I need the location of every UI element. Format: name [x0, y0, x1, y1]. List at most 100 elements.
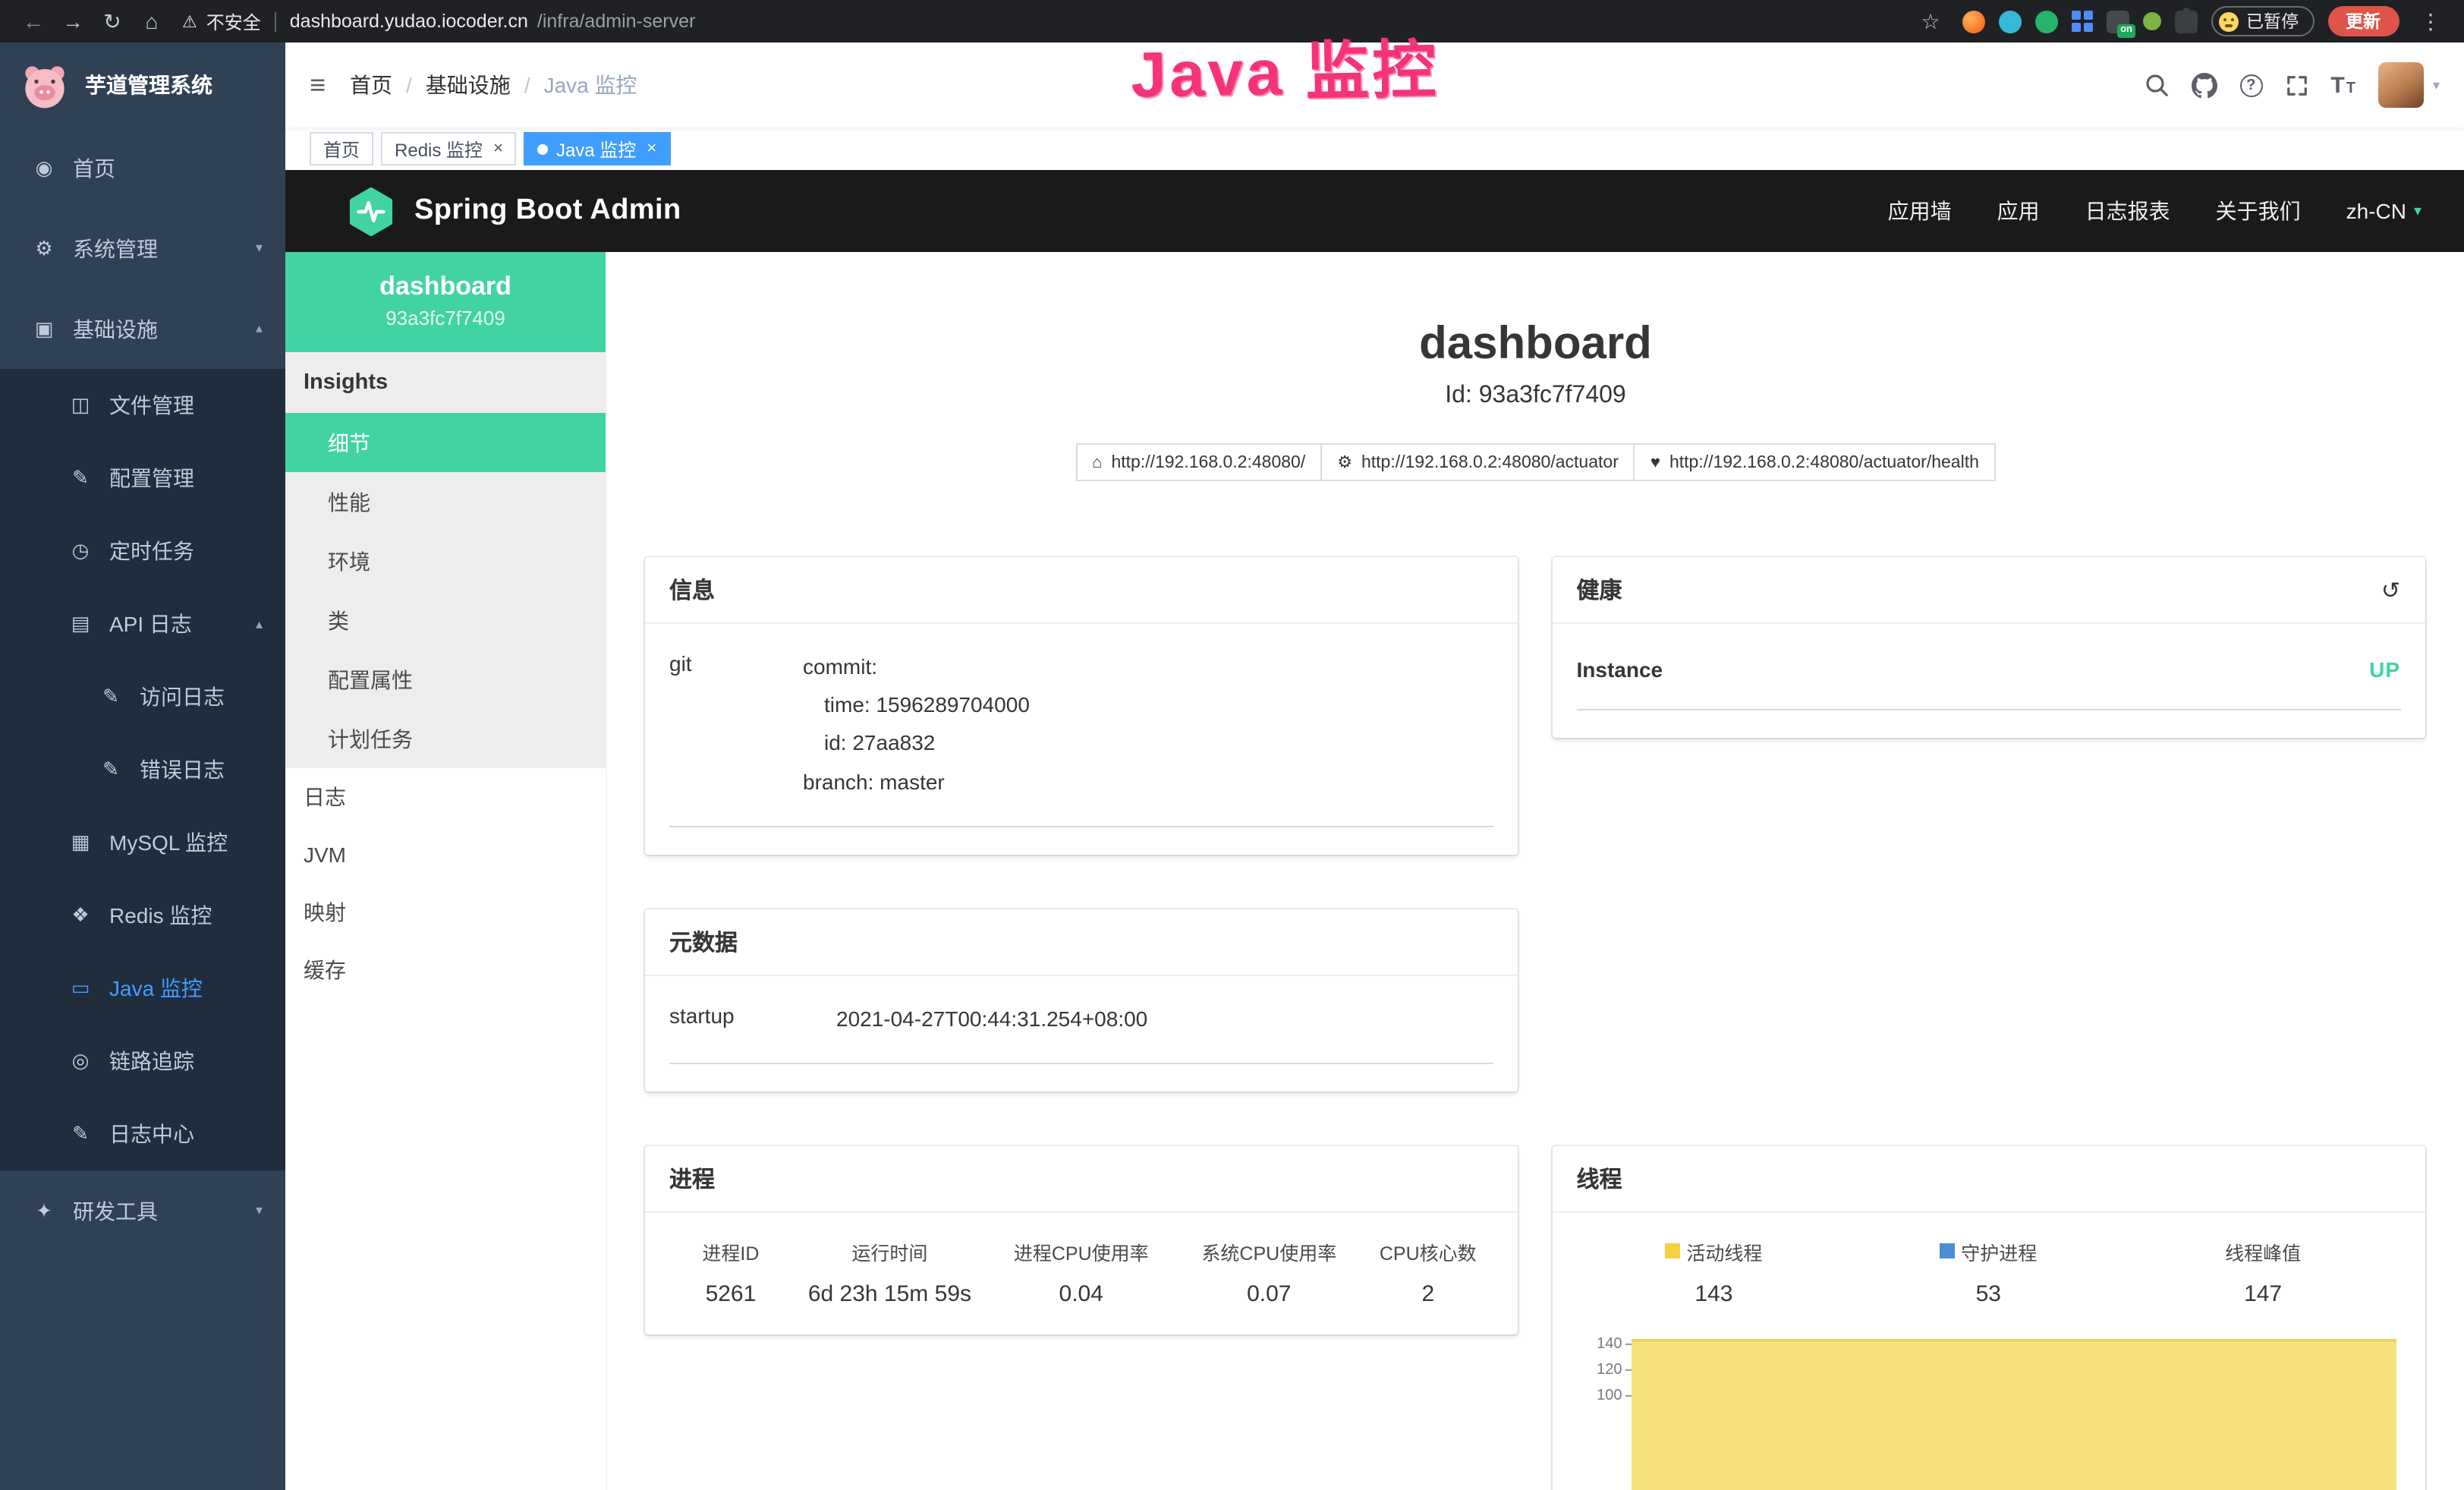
monitor-icon: ▭ — [68, 976, 93, 1000]
error-log-icon: ✎ — [99, 758, 123, 782]
tab-close-icon[interactable]: × — [647, 140, 656, 158]
sidebar-item-link-tracing[interactable]: ◎ 链路追踪 — [0, 1025, 285, 1098]
font-size-large-glyph: T — [2330, 72, 2344, 98]
extension-icon-grid[interactable] — [2072, 11, 2093, 32]
extension-icon-orange[interactable] — [1962, 10, 1985, 33]
card-title: 线程 — [1577, 1163, 1622, 1195]
sidebar-item-access-logs[interactable]: ✎ 访问日志 — [0, 660, 285, 733]
threads-chart-plot — [1632, 1331, 2401, 1490]
extension-icon-leaf[interactable] — [2143, 12, 2161, 30]
fullscreen-icon[interactable] — [2285, 74, 2308, 96]
browser-home-icon[interactable]: ⌂ — [134, 3, 170, 39]
sba-item-caches[interactable]: 缓存 — [285, 941, 606, 999]
sidebar-item-home[interactable]: ◉ 首页 — [0, 128, 285, 208]
refresh-icon[interactable]: ↻ — [94, 3, 131, 39]
sba-item-performance[interactable]: 性能 — [285, 472, 606, 531]
link-label: http://192.168.0.2:48080/ — [1111, 453, 1305, 471]
sidebar-item-scheduled-tasks[interactable]: ◷ 定时任务 — [0, 515, 285, 587]
tab-redis-monitor[interactable]: Redis 监控 × — [381, 132, 517, 165]
app-title: 芋道管理系统 — [85, 70, 212, 100]
sidebar-item-java-monitor[interactable]: ▭ Java 监控 — [0, 952, 285, 1025]
home-icon: ⌂ — [1092, 453, 1102, 471]
sba-item-config-props[interactable]: 配置属性 — [285, 650, 606, 709]
stat-value: 5261 — [669, 1281, 792, 1307]
health-row-instance[interactable]: Instance UP — [1577, 648, 2401, 710]
sidebar-item-log-center[interactable]: ✎ 日志中心 — [0, 1098, 285, 1170]
user-avatar[interactable] — [2378, 62, 2424, 108]
extension-icon-proxy[interactable]: on — [2107, 10, 2129, 33]
threads-legend: 活动线程 143 守护进程 — [1577, 1237, 2401, 1307]
sba-instance-header[interactable]: dashboard 93a3fc7f7409 — [285, 252, 606, 352]
extension-icon-green[interactable] — [2035, 10, 2058, 33]
sba-item-details[interactable]: 细节 — [285, 413, 606, 472]
sidebar-item-system-management[interactable]: ⚙ 系统管理 ▾ — [0, 208, 285, 288]
stat-value: 6d 23h 15m 59s — [792, 1281, 987, 1307]
sba-header: Spring Boot Admin 应用墙 应用 日志报表 关于我们 zh-CN… — [285, 170, 2464, 252]
sidebar-item-label: API 日志 — [109, 609, 192, 639]
back-icon[interactable]: ← — [15, 3, 52, 39]
sba-nav-about[interactable]: 关于我们 — [2216, 196, 2301, 226]
breadcrumb-infrastructure[interactable]: 基础设施 — [426, 70, 511, 100]
sidebar-item-label: 文件管理 — [109, 390, 194, 421]
history-icon[interactable]: ↺ — [2381, 576, 2400, 603]
app-logo[interactable]: 芋道管理系统 — [0, 43, 285, 128]
github-icon[interactable] — [2191, 72, 2217, 98]
sba-nav-applications[interactable]: 应用 — [1997, 196, 2040, 226]
sidebar-item-redis-monitor[interactable]: ❖ Redis 监控 — [0, 879, 285, 952]
sidebar-item-label: Redis 监控 — [109, 900, 212, 931]
dashboard-icon: ◉ — [32, 156, 56, 180]
sidebar-item-mysql-monitor[interactable]: ▦ MySQL 监控 — [0, 806, 285, 879]
sba-item-scheduled-tasks[interactable]: 计划任务 — [285, 709, 606, 768]
instance-url-link[interactable]: ⌂ http://192.168.0.2:48080/ — [1075, 443, 1322, 481]
stat-header: 守护进程 — [1851, 1237, 2126, 1266]
breadcrumb-home[interactable]: 首页 — [350, 70, 392, 100]
sidebar-item-file-management[interactable]: ◫ 文件管理 — [0, 369, 285, 442]
actuator-url-link[interactable]: ⚙ http://192.168.0.2:48080/actuator — [1320, 443, 1635, 481]
infrastructure-icon: ▣ — [32, 317, 56, 341]
pig-logo-icon — [20, 60, 70, 110]
sba-nav-wallboard[interactable]: 应用墙 — [1888, 196, 1952, 226]
extension-icon-teal[interactable] — [1999, 10, 2022, 33]
update-button[interactable]: 更新 — [2327, 6, 2399, 36]
extensions-puzzle-icon[interactable] — [2175, 10, 2198, 33]
stat-header: 系统CPU使用率 — [1175, 1237, 1364, 1266]
avatar-caret-icon[interactable]: ▾ — [2433, 77, 2440, 93]
browser-menu-kebab-icon[interactable]: ⋮ — [2412, 3, 2449, 39]
help-icon[interactable]: ? — [2239, 74, 2262, 96]
card-title: 进程 — [669, 1163, 715, 1195]
tab-close-icon[interactable]: × — [493, 140, 503, 158]
tab-home[interactable]: 首页 — [310, 132, 373, 165]
app-shell: 芋道管理系统 ◉ 首页 ⚙ 系统管理 ▾ ▣ 基础设施 ▴ ◫ 文件管理 — [0, 43, 2464, 1490]
sidebar-collapse-icon[interactable]: ≡ — [310, 69, 326, 101]
sba-item-environment[interactable]: 环境 — [285, 531, 606, 591]
wrench-icon: ⚙ — [1337, 452, 1352, 472]
font-size-icon[interactable]: T T — [2330, 72, 2355, 98]
sba-nav-journal[interactable]: 日志报表 — [2085, 196, 2170, 226]
sba-item-jvm[interactable]: JVM — [285, 826, 606, 884]
access-log-icon: ✎ — [99, 685, 123, 709]
sidebar-item-error-logs[interactable]: ✎ 错误日志 — [0, 733, 285, 806]
health-url-link[interactable]: ♥ http://192.168.0.2:48080/actuator/heal… — [1634, 443, 1996, 481]
paused-chip[interactable]: 已暂停 — [2211, 6, 2314, 36]
search-icon[interactable] — [2144, 73, 2168, 97]
card-header: 线程 — [1553, 1146, 2425, 1213]
divider — [275, 11, 276, 31]
tab-java-monitor[interactable]: Java 监控 × — [524, 132, 670, 165]
address-bar[interactable]: ⚠ 不安全 dashboard.yudao.iocoder.cn/infra/a… — [182, 8, 695, 34]
sidebar-item-label: 定时任务 — [109, 536, 194, 566]
stat-header: 进程ID — [669, 1237, 792, 1266]
sidebar-item-infrastructure[interactable]: ▣ 基础设施 ▴ — [0, 288, 285, 369]
sba-item-mappings[interactable]: 映射 — [285, 884, 606, 941]
card-header: 元数据 — [645, 909, 1518, 976]
locale-selector[interactable]: zh-CN ▾ — [2346, 199, 2422, 223]
sidebar-item-dev-tools[interactable]: ✦ 研发工具 ▾ — [0, 1170, 285, 1251]
bookmark-star-icon[interactable]: ☆ — [1912, 3, 1949, 39]
sidebar-item-label: 系统管理 — [73, 233, 158, 263]
sidebar-item-config-management[interactable]: ✎ 配置管理 — [0, 442, 285, 515]
info-value: commit: time: 1596289704000 id: 27aa832 … — [803, 648, 1493, 802]
sba-item-classes[interactable]: 类 — [285, 591, 606, 650]
security-label[interactable]: 不安全 — [206, 8, 261, 34]
sba-item-logs[interactable]: 日志 — [285, 768, 606, 826]
forward-icon[interactable]: → — [55, 3, 91, 39]
sidebar-item-api-logs[interactable]: ▤ API 日志 ▴ — [0, 587, 285, 660]
